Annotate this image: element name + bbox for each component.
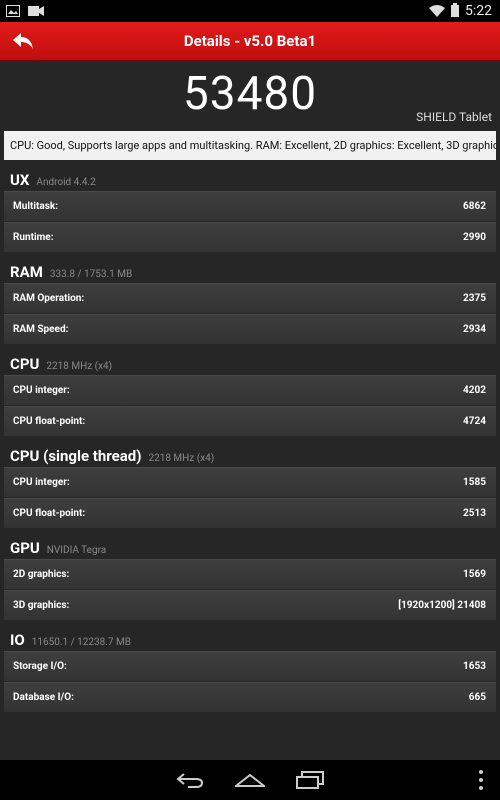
- score-label: CPU integer:: [13, 477, 70, 488]
- section-subtitle: 2218 MHz (x4): [46, 361, 113, 372]
- section-subtitle: 2218 MHz (x4): [148, 453, 215, 464]
- score-label: RAM Speed:: [13, 324, 69, 335]
- score-label: RAM Operation:: [13, 293, 85, 304]
- score-label: CPU float-point:: [13, 508, 86, 519]
- score-row[interactable]: RAM Speed: 2934: [4, 314, 496, 344]
- score-label: Multitask:: [13, 201, 59, 212]
- score-row[interactable]: Multitask: 6862: [4, 191, 496, 221]
- nav-bar: [0, 760, 500, 800]
- section-cpu-single-thread: CPU (single thread) 2218 MHz (x4) CPU inte…: [0, 436, 500, 528]
- section-subtitle: NVIDIA Tegra: [46, 545, 107, 556]
- gallery-icon: [6, 2, 20, 21]
- section-title: GPU: [10, 539, 40, 557]
- section-subtitle: Android 4.4.2: [36, 177, 96, 188]
- section-header: CPU (single thread) 2218 MHz (x4): [0, 436, 500, 466]
- section-header: IO 11650.1 / 12238.7 MB: [0, 620, 500, 650]
- device-name: SHIELD Tablet: [416, 110, 492, 124]
- score-label: CPU float-point:: [13, 416, 86, 427]
- overflow-menu-icon[interactable]: [476, 770, 486, 790]
- score-value: 4202: [463, 385, 486, 396]
- battery-icon: [451, 2, 459, 21]
- section-ux: UX Android 4.4.2 Multitask: 6862 Runtime: 299…: [0, 160, 500, 252]
- status-bar: 5:22: [0, 0, 500, 22]
- section-header: CPU 2218 MHz (x4): [0, 344, 500, 374]
- score-label: Database I/O:: [13, 692, 74, 703]
- score-sections: UX Android 4.4.2 Multitask: 6862 Runtime: 299…: [0, 160, 500, 712]
- summary-text: CPU: Good, Supports large apps and multi…: [4, 131, 496, 160]
- score-row[interactable]: CPU integer: 1585: [4, 467, 496, 497]
- section-ram: RAM 333.8 / 1753.1 MB RAM Operation: 2375 RA…: [0, 252, 500, 344]
- section-title: CPU: [10, 355, 40, 373]
- score-label: 2D graphics:: [13, 569, 70, 580]
- screen-title: Details - v5.0 Beta1: [183, 32, 317, 50]
- section-cpu: CPU 2218 MHz (x4) CPU integer: 4202 CPU floa…: [0, 344, 500, 436]
- recorder-icon: [28, 2, 44, 21]
- section-header: RAM 333.8 / 1753.1 MB: [0, 252, 500, 282]
- score-row[interactable]: CPU float-point: 4724: [4, 406, 496, 436]
- section-title: UX: [10, 171, 30, 189]
- score-area: 53480 SHIELD Tablet: [0, 61, 500, 129]
- section-subtitle: 11650.1 / 12238.7 MB: [31, 637, 131, 648]
- score-value: 4724: [463, 416, 486, 427]
- score-row[interactable]: RAM Operation: 2375: [4, 283, 496, 313]
- section-subtitle: 333.8 / 1753.1 MB: [49, 269, 133, 280]
- section-io: IO 11650.1 / 12238.7 MB Storage I/O: 1653 Da…: [0, 620, 500, 712]
- score-row[interactable]: CPU integer: 4202: [4, 375, 496, 405]
- section-title: IO: [10, 631, 25, 649]
- score-row[interactable]: 2D graphics: 1569: [4, 559, 496, 589]
- score-row[interactable]: 3D graphics: [1920x1200] 21408: [4, 590, 496, 620]
- section-title: CPU (single thread): [10, 447, 142, 465]
- score-label: CPU integer:: [13, 385, 70, 396]
- recents-nav-icon[interactable]: [280, 760, 340, 800]
- wifi-icon: [429, 2, 445, 21]
- score-value: 2990: [463, 232, 486, 243]
- score-value: 665: [468, 692, 486, 703]
- section-title: RAM: [10, 263, 43, 281]
- score-value: 1585: [463, 477, 486, 488]
- score-value: 2513: [463, 508, 486, 519]
- section-header: UX Android 4.4.2: [0, 160, 500, 190]
- score-label: Storage I/O:: [13, 661, 67, 672]
- clock: 5:22: [465, 3, 492, 19]
- home-nav-icon[interactable]: [220, 760, 280, 800]
- score-row[interactable]: Database I/O: 665: [4, 682, 496, 712]
- score-value: 6862: [463, 201, 486, 212]
- score-label: Runtime:: [13, 232, 54, 243]
- score-value: [1920x1200] 21408: [398, 600, 486, 611]
- score-value: 2375: [463, 293, 486, 304]
- score-label: 3D graphics:: [13, 600, 70, 611]
- details-content: 53480 SHIELD Tablet CPU: Good, Supports …: [0, 61, 500, 760]
- back-nav-icon[interactable]: [160, 760, 220, 800]
- section-gpu: GPU NVIDIA Tegra 2D graphics: 1569 3D graphi…: [0, 528, 500, 620]
- score-row[interactable]: Storage I/O: 1653: [4, 651, 496, 681]
- score-row[interactable]: Runtime: 2990: [4, 222, 496, 252]
- score-value: 2934: [463, 324, 486, 335]
- section-header: GPU NVIDIA Tegra: [0, 528, 500, 558]
- score-value: 1653: [463, 661, 486, 672]
- back-arrow-icon[interactable]: [10, 28, 36, 54]
- score-value: 1569: [463, 569, 486, 580]
- score-row[interactable]: CPU float-point: 2513: [4, 498, 496, 528]
- app-bar: Details - v5.0 Beta1: [0, 22, 500, 61]
